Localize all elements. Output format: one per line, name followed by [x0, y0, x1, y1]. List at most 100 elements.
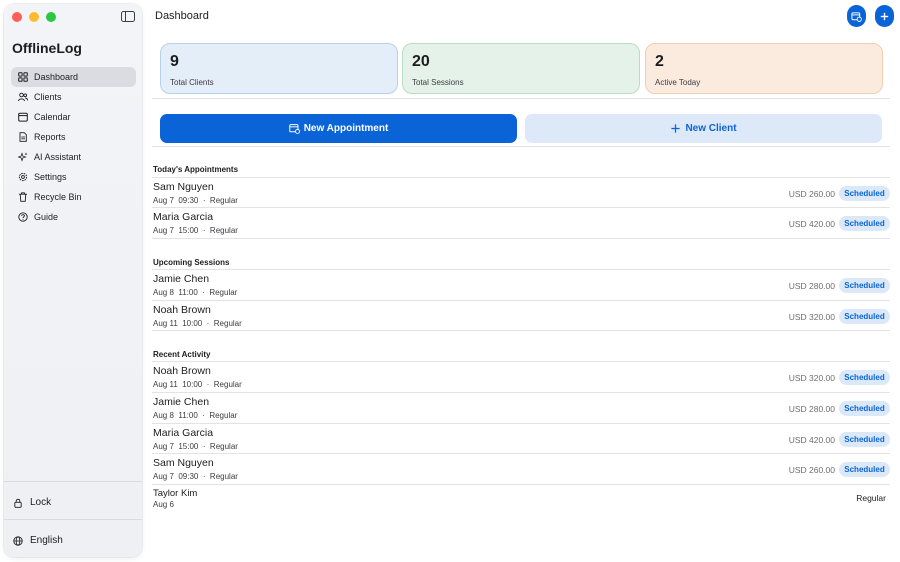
sidebar-item-label: Guide	[34, 212, 59, 222]
window-controls	[12, 12, 56, 22]
activity-meta: Aug 7 09:30 · Regular	[153, 472, 238, 481]
sidebar-item-dashboard[interactable]: Dashboard	[11, 67, 136, 87]
activity-row[interactable]: Noah Brown Aug 11 10:00 · Regular USD 32…	[152, 361, 890, 392]
status-badge: Scheduled	[839, 186, 890, 201]
plus-icon	[880, 12, 889, 20]
new-client-label: New Client	[685, 123, 737, 134]
appointment-meta: Aug 7 09:30 · Regular	[153, 196, 238, 205]
sidebar-item-label: Reports	[34, 132, 66, 142]
status-badge: Scheduled	[839, 401, 890, 416]
appointment-meta: Aug 7 15:00 · Regular	[153, 226, 238, 235]
sidebar-item-clients[interactable]: Clients	[11, 87, 136, 107]
gear-icon	[18, 172, 28, 182]
lock-button[interactable]: Lock	[13, 497, 51, 508]
status-badge: Scheduled	[839, 370, 890, 385]
sidebar-item-label: Clients	[34, 92, 62, 102]
amount: USD 280.00	[788, 281, 835, 291]
stat-card-active-today: 2 Active Today	[645, 43, 883, 94]
plus-icon	[671, 124, 681, 133]
stat-card-total-clients: 9 Total Clients	[160, 43, 398, 94]
minimize-window-button[interactable]	[29, 12, 39, 22]
sidebar-item-reports[interactable]: Reports	[11, 127, 136, 147]
language-selector[interactable]: English	[13, 535, 63, 546]
client-name: Sam Nguyen	[153, 181, 214, 193]
client-name: Maria Garcia	[153, 211, 214, 223]
session-type-label: Regular	[856, 493, 886, 503]
activity-row[interactable]: Taylor Kim Aug 6 Regular	[152, 484, 890, 515]
section-divider	[152, 146, 890, 147]
schedule-button[interactable]	[847, 5, 866, 27]
status-badge: Scheduled	[839, 278, 890, 293]
session-row[interactable]: Jamie Chen Aug 8 11:00 · Regular USD 280…	[152, 269, 890, 300]
activity-row[interactable]: Maria Garcia Aug 7 15:00 · Regular USD 4…	[152, 423, 890, 454]
session-meta: Aug 11 10:00 · Regular	[153, 319, 242, 328]
section-title-today: Today's Appointments	[153, 165, 239, 174]
sidebar-toggle-icon[interactable]	[121, 11, 135, 22]
amount: USD 260.00	[788, 465, 835, 475]
sidebar-item-recycle-bin[interactable]: Recycle Bin	[11, 187, 136, 207]
grid-icon	[18, 72, 28, 82]
stat-label: Total Sessions	[412, 78, 464, 87]
stat-label: Active Today	[655, 78, 701, 87]
status-badge: Scheduled	[839, 309, 890, 324]
amount: USD 260.00	[788, 189, 835, 199]
document-icon	[18, 132, 28, 142]
activity-row[interactable]: Jamie Chen Aug 8 11:00 · Regular USD 280…	[152, 392, 890, 423]
stat-value: 2	[655, 53, 664, 70]
section-divider	[152, 98, 890, 99]
status-badge: Scheduled	[839, 462, 890, 477]
client-name: Maria Garcia	[153, 427, 214, 439]
activity-meta: Aug 11 10:00 · Regular	[153, 380, 242, 389]
language-label: English	[30, 535, 63, 546]
people-icon	[18, 92, 28, 102]
client-name: Jamie Chen	[153, 273, 210, 285]
sidebar-item-settings[interactable]: Settings	[11, 167, 136, 187]
appointment-row[interactable]: Sam Nguyen Aug 7 09:30 · Regular USD 260…	[152, 177, 890, 208]
activity-meta: Aug 8 11:00 · Regular	[153, 411, 238, 420]
session-meta: Aug 8 11:00 · Regular	[153, 288, 238, 297]
app-title: OfflineLog	[12, 40, 82, 56]
client-name: Sam Nguyen	[153, 457, 214, 469]
new-client-button[interactable]: New Client	[525, 114, 882, 143]
page-title: Dashboard	[155, 10, 209, 22]
section-title-upcoming: Upcoming Sessions	[153, 258, 230, 267]
zoom-window-button[interactable]	[46, 12, 56, 22]
sidebar-nav: Dashboard Clients Calendar Reports AI As…	[11, 67, 136, 227]
stat-card-total-sessions: 20 Total Sessions	[402, 43, 640, 94]
client-name: Noah Brown	[153, 304, 211, 316]
sidebar-item-ai-assistant[interactable]: AI Assistant	[11, 147, 136, 167]
trash-icon	[18, 192, 28, 202]
sidebar-item-calendar[interactable]: Calendar	[11, 107, 136, 127]
activity-row[interactable]: Sam Nguyen Aug 7 09:30 · Regular USD 260…	[152, 453, 890, 484]
stat-value: 9	[170, 53, 179, 70]
add-button[interactable]	[875, 5, 894, 27]
lock-label: Lock	[30, 497, 52, 508]
calendar-add-icon	[288, 124, 300, 134]
sidebar-divider	[4, 481, 142, 482]
appointment-row[interactable]: Maria Garcia Aug 7 15:00 · Regular USD 4…	[152, 207, 890, 238]
globe-icon	[13, 535, 23, 546]
sidebar-item-guide[interactable]: Guide	[11, 207, 136, 227]
sidebar-item-label: Dashboard	[34, 72, 79, 82]
new-appointment-label: New Appointment	[303, 123, 389, 134]
amount: USD 420.00	[788, 219, 835, 229]
client-name: Taylor Kim	[153, 488, 198, 499]
row-divider	[152, 330, 890, 331]
activity-meta: Aug 7 15:00 · Regular	[153, 442, 238, 451]
section-title-recent: Recent Activity	[153, 350, 211, 359]
new-appointment-button[interactable]: New Appointment	[160, 114, 517, 143]
amount: USD 320.00	[788, 312, 835, 322]
row-divider	[152, 238, 890, 239]
session-row[interactable]: Noah Brown Aug 11 10:00 · Regular USD 32…	[152, 300, 890, 331]
sidebar-item-label: Settings	[34, 172, 67, 182]
calendar-badge-icon	[851, 11, 862, 22]
status-badge: Scheduled	[839, 216, 890, 231]
close-window-button[interactable]	[12, 12, 22, 22]
activity-meta: Aug 6	[153, 500, 174, 509]
sparkle-icon	[18, 152, 28, 162]
stat-label: Total Clients	[170, 78, 214, 87]
lock-icon	[14, 498, 22, 508]
sidebar-item-label: Calendar	[34, 112, 71, 122]
calendar-icon	[18, 112, 28, 122]
status-badge: Scheduled	[839, 432, 890, 447]
